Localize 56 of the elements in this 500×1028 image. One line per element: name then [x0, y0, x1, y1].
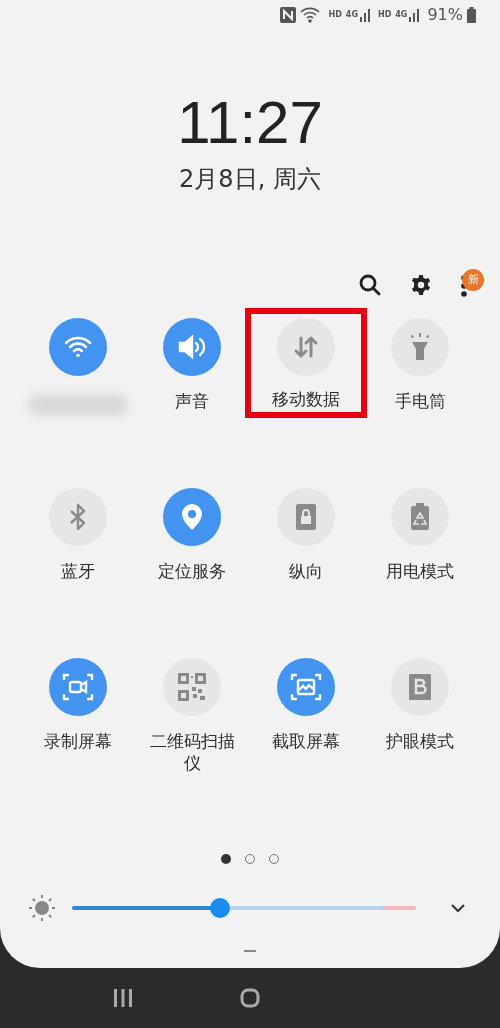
battery-recycle-icon	[410, 503, 430, 531]
tile-label: 定位服务	[157, 560, 227, 582]
home-button[interactable]	[240, 988, 260, 1008]
home-icon	[240, 988, 260, 1008]
recent-apps-button[interactable]	[113, 989, 134, 1007]
up-down-arrows-icon	[293, 335, 319, 359]
image-frame-icon	[290, 673, 322, 701]
settings-icon	[410, 274, 432, 296]
expand-button[interactable]	[450, 903, 466, 913]
toggle-button[interactable]	[163, 488, 221, 546]
network-label: HD	[377, 9, 392, 21]
brightness-icon	[28, 894, 56, 922]
more-options-button[interactable]: 新	[460, 269, 484, 297]
letter-b-icon	[409, 674, 431, 700]
tile-label: 二维码扫描仪	[148, 730, 236, 774]
speaker-icon	[177, 334, 207, 360]
search-button[interactable]	[358, 273, 382, 297]
settings-button[interactable]	[410, 274, 432, 296]
brightness-slider[interactable]	[72, 898, 416, 918]
battery-percent: 91%	[427, 4, 463, 26]
recent-apps-icon	[113, 989, 134, 1007]
tile-label: 截取屏幕	[271, 730, 341, 752]
network-label: 4G	[395, 9, 408, 21]
toggle-button[interactable]	[49, 318, 107, 376]
location-pin-icon	[181, 503, 203, 531]
qr-code-icon	[178, 673, 206, 701]
clock-date: 2月8日, 周六	[178, 164, 322, 194]
wifi-icon	[300, 7, 321, 23]
bluetooth-icon	[69, 503, 87, 531]
tile-label: 移动数据	[271, 388, 341, 410]
tile-label: 纵向	[288, 560, 324, 582]
drag-handle[interactable]	[244, 950, 256, 952]
new-badge: 新	[462, 269, 484, 291]
video-frame-icon	[62, 673, 94, 701]
toggle-button[interactable]	[49, 658, 107, 716]
tile-label: 蓝牙	[60, 560, 96, 582]
toggle-button[interactable]	[277, 658, 335, 716]
padlock-icon	[295, 503, 317, 531]
toggle-button[interactable]	[163, 318, 221, 376]
tile-label: 声音	[174, 390, 210, 412]
nfc-icon	[280, 7, 297, 23]
slider-thumb[interactable]	[209, 898, 230, 918]
wifi-icon	[64, 335, 92, 359]
tile-label: 用电模式	[385, 560, 455, 582]
signal-bars-icon	[409, 8, 420, 22]
network-label: HD	[328, 9, 342, 21]
search-icon	[358, 273, 382, 297]
chevron-down-icon	[450, 903, 466, 913]
tile-label: 录制屏幕	[43, 730, 113, 752]
tile-label: 手电筒	[393, 390, 447, 412]
signal-bars-icon	[359, 8, 370, 22]
network-label: 4G	[345, 9, 358, 21]
flashlight-icon	[409, 333, 431, 361]
tile-label: 护眼模式	[385, 730, 455, 752]
clock-time: 11:27	[176, 88, 324, 158]
battery-icon	[467, 7, 476, 23]
